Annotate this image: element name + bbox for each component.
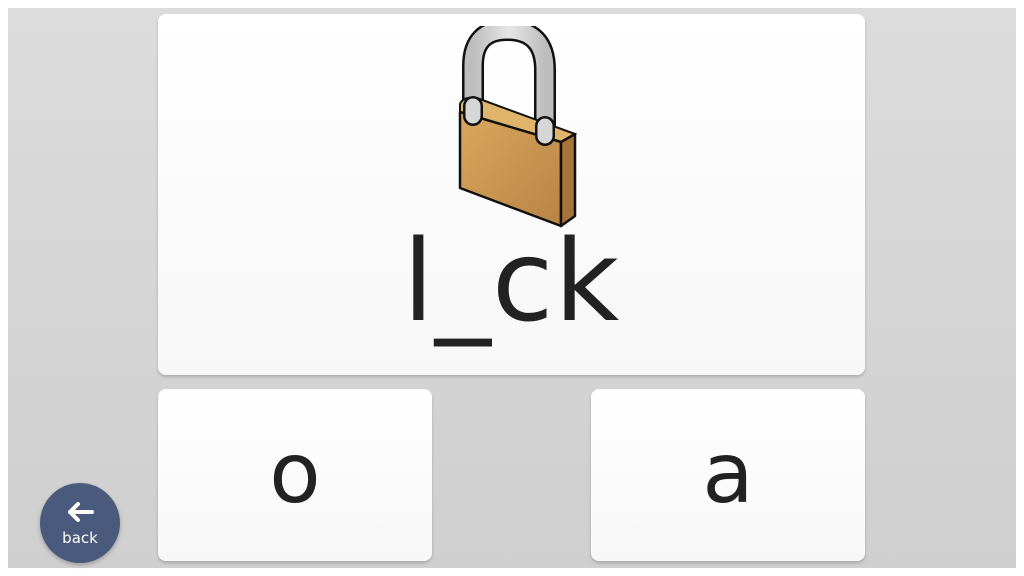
padlock-icon [458,26,578,228]
target-word: l_ck [402,217,621,347]
back-button[interactable]: back [40,483,120,563]
choice-letter: o [269,424,321,522]
prompt-card: l_ck [158,14,865,375]
arrow-left-icon [68,502,94,522]
choice-card-a[interactable]: a [591,389,865,561]
choice-letter: a [702,424,754,522]
back-label: back [62,529,98,547]
choice-card-o[interactable]: o [158,389,432,561]
activity-stage: l_ck o a back [8,8,1016,568]
